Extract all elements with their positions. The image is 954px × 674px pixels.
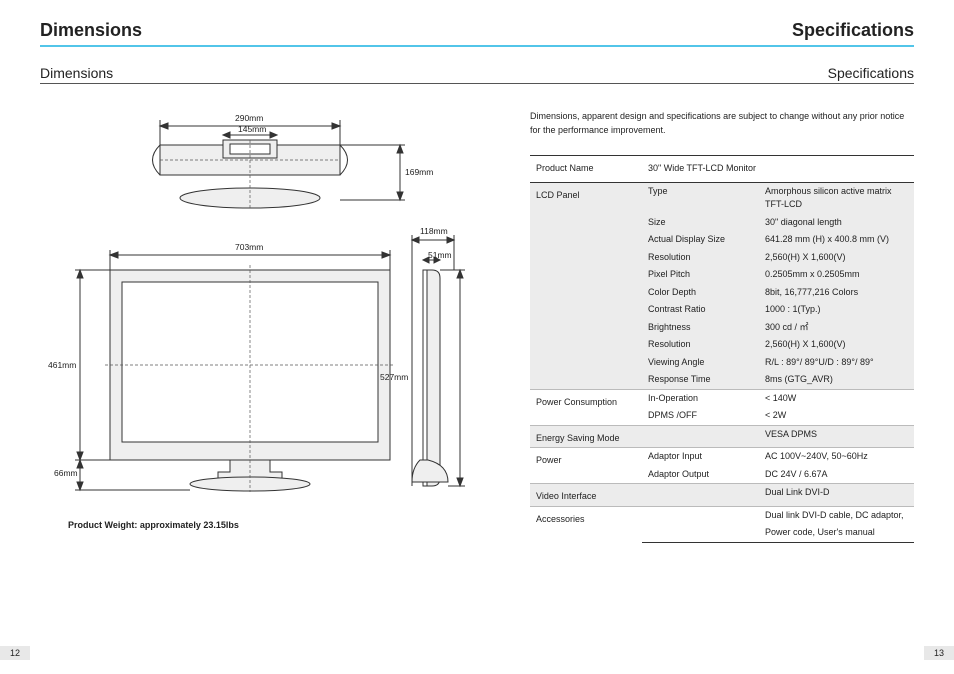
spec-attr: In-Operation <box>642 389 759 407</box>
dim-stand-gap: 66mm <box>54 468 78 478</box>
spec-attr: Adaptor Input <box>642 448 759 466</box>
dimension-diagram: 290mm 145mm 169mm 703mm 118mm 51mm 461mm… <box>40 110 510 530</box>
spec-value: 641.28 mm (H) x 400.8 mm (V) <box>759 231 914 249</box>
subheader-left: Dimensions <box>40 65 113 81</box>
spec-attr: Resolution <box>642 249 759 267</box>
spec-category: Video Interface <box>530 484 642 507</box>
spec-value: Dual Link DVI-D <box>759 484 914 507</box>
spec-value: 8bit, 16,777,216 Colors <box>759 284 914 302</box>
product-name: 30" Wide TFT-LCD Monitor <box>642 156 914 183</box>
spec-value: Dual link DVI-D cable, DC adaptor, <box>759 506 914 524</box>
spec-table: Product Name 30" Wide TFT-LCD Monitor LC… <box>530 155 914 543</box>
spec-category: Accessories <box>530 506 642 542</box>
spec-value: < 2W <box>759 407 914 425</box>
spec-category: Power <box>530 448 642 484</box>
dim-side-depth: 118mm <box>420 226 448 236</box>
header-right: Specifications <box>792 20 914 41</box>
spec-value: 30" diagonal length <box>759 214 914 232</box>
spec-attr <box>642 425 759 448</box>
page-number-right: 13 <box>924 646 954 660</box>
spec-value: 0.2505mm x 0.2505mm <box>759 266 914 284</box>
product-weight: Product Weight: approximately 23.15lbs <box>68 520 239 530</box>
spec-attr: Pixel Pitch <box>642 266 759 284</box>
spec-attr: Response Time <box>642 371 759 389</box>
disclaimer: Dimensions, apparent design and specific… <box>530 110 914 137</box>
page-number-left: 12 <box>0 646 30 660</box>
dim-top-height: 169mm <box>405 167 433 177</box>
spec-value: 2,560(H) X 1,600(V) <box>759 336 914 354</box>
dim-side-inner: 51mm <box>428 250 452 260</box>
spec-attr: Color Depth <box>642 284 759 302</box>
spec-category: Power Consumption <box>530 389 642 425</box>
spec-attr: Resolution <box>642 336 759 354</box>
spec-attr: Contrast Ratio <box>642 301 759 319</box>
dim-side-height: 527mm <box>380 372 408 382</box>
spec-attr: Actual Display Size <box>642 231 759 249</box>
spec-value: VESA DPMS <box>759 425 914 448</box>
dim-top-inner: 145mm <box>238 124 266 134</box>
dim-front-height: 461mm <box>48 360 76 370</box>
spec-value: R/L : 89°/ 89°U/D : 89°/ 89° <box>759 354 914 372</box>
spec-attr: Adaptor Output <box>642 466 759 484</box>
spec-attr: Type <box>642 182 759 214</box>
spec-category: Energy Saving Mode <box>530 425 642 448</box>
dim-front-width: 703mm <box>235 242 263 252</box>
header-left: Dimensions <box>40 20 142 41</box>
product-name-label: Product Name <box>530 156 642 183</box>
dim-top-width: 290mm <box>235 113 263 123</box>
spec-attr <box>642 524 759 542</box>
spec-value: Amorphous silicon active matrix TFT-LCD <box>759 182 914 214</box>
spec-attr: Brightness <box>642 319 759 337</box>
spec-attr: DPMS /OFF <box>642 407 759 425</box>
spec-category: LCD Panel <box>530 182 642 389</box>
spec-attr: Size <box>642 214 759 232</box>
spec-value: 8ms (GTG_AVR) <box>759 371 914 389</box>
spec-value: < 140W <box>759 389 914 407</box>
spec-value: 2,560(H) X 1,600(V) <box>759 249 914 267</box>
spec-attr <box>642 506 759 524</box>
spec-attr <box>642 484 759 507</box>
spec-value: DC 24V / 6.67A <box>759 466 914 484</box>
spec-value: 300 cd / ㎡ <box>759 319 914 337</box>
spec-attr: Viewing Angle <box>642 354 759 372</box>
spec-value: Power code, User's manual <box>759 524 914 542</box>
spec-value: 1000 : 1(Typ.) <box>759 301 914 319</box>
subheader-right: Specifications <box>828 65 914 81</box>
spec-value: AC 100V~240V, 50~60Hz <box>759 448 914 466</box>
